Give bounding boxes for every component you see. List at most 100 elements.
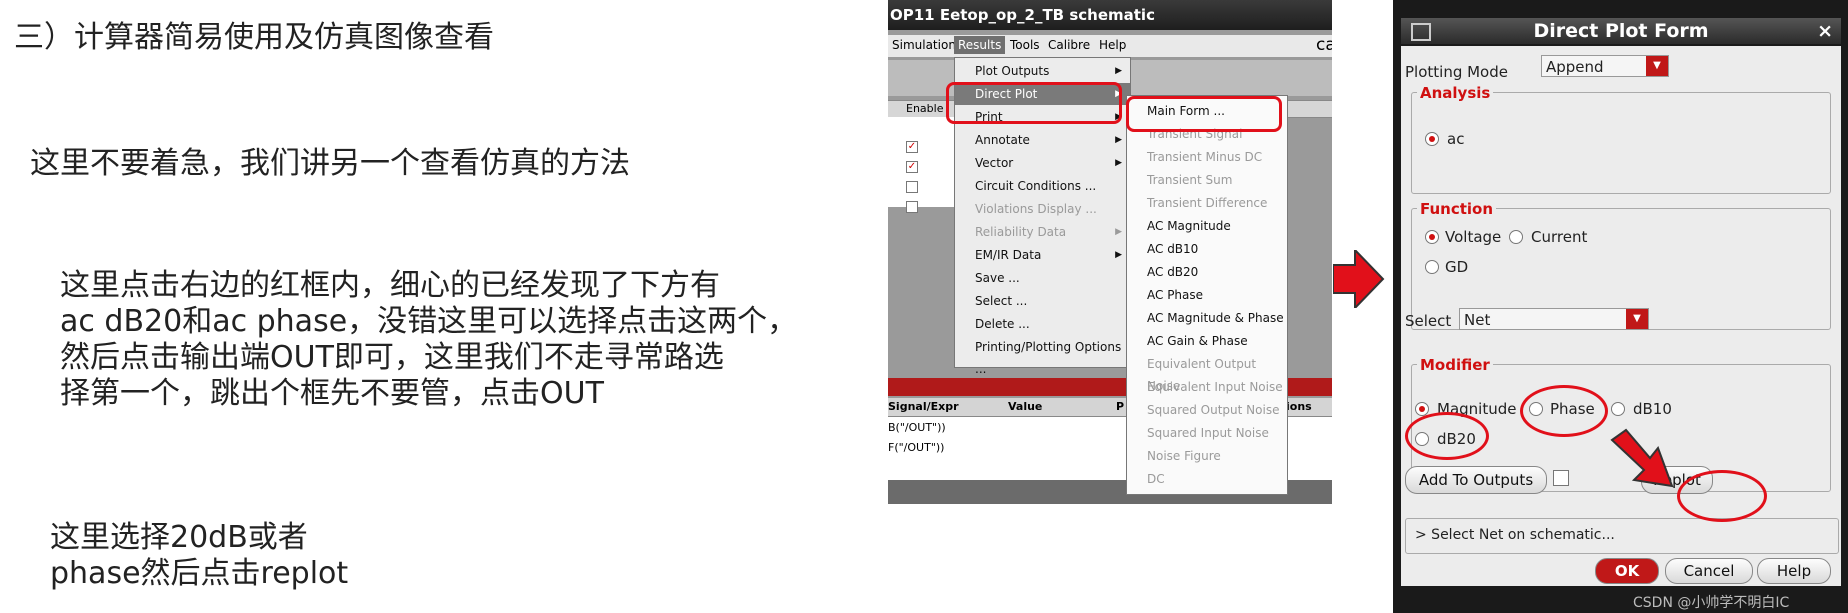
table-row[interactable]: B("/OUT")) xyxy=(888,421,946,434)
results-menu-item[interactable]: Select ... xyxy=(955,290,1130,312)
menu-simulation[interactable]: Simulation xyxy=(892,38,956,52)
direct-plot-menu-item[interactable]: AC Magnitude & Phase xyxy=(1127,307,1287,329)
radio-ac[interactable] xyxy=(1425,132,1439,146)
direct-plot-menu-item[interactable]: Transient Difference xyxy=(1127,192,1287,214)
checkbox[interactable] xyxy=(906,201,918,213)
direct-plot-menu-item[interactable]: Equivalent Output Noise xyxy=(1127,353,1287,393)
direct-plot-menu-item[interactable]: Transient Sum xyxy=(1127,169,1287,191)
highlight-direct-plot xyxy=(946,82,1122,124)
menu-item-label: Squared Output Noise xyxy=(1147,403,1280,417)
radio-current[interactable] xyxy=(1509,230,1523,244)
menu-tools[interactable]: Tools xyxy=(1010,38,1040,52)
results-menu-item[interactable]: Reliability Data ▶ xyxy=(955,221,1130,243)
highlight-replot xyxy=(1677,470,1767,522)
add-to-outputs-checkbox[interactable] xyxy=(1553,470,1569,486)
menu-item-label: Circuit Conditions ... xyxy=(975,179,1097,193)
checkbox[interactable]: ✓ xyxy=(906,141,918,153)
chevron-down-icon: ▼ xyxy=(1646,56,1668,76)
direct-plot-menu-item[interactable]: Squared Output Noise xyxy=(1127,399,1287,421)
direct-plot-menu-item[interactable]: AC dB10 xyxy=(1127,238,1287,260)
menu-item-label: Transient Minus DC xyxy=(1147,150,1263,164)
direct-plot-menu-item[interactable]: AC Gain & Phase xyxy=(1127,330,1287,352)
direct-plot-menu-item[interactable]: Equivalent Input Noise xyxy=(1127,376,1287,398)
modifier-label: Modifier xyxy=(1417,356,1493,374)
cancel-button[interactable]: Cancel xyxy=(1665,558,1753,584)
results-menu-item[interactable]: Vector ▶ xyxy=(955,152,1130,174)
table-row[interactable]: F("/OUT")) xyxy=(888,441,944,454)
menu-results[interactable]: Results xyxy=(954,36,1006,54)
menu-item-label: Reliability Data xyxy=(975,225,1067,239)
direct-plot-menu-item[interactable]: Squared Input Noise xyxy=(1127,422,1287,444)
para-2-line: 这里点击右边的红框内，细心的已经发现了下方有 xyxy=(60,268,720,303)
chevron-right-icon: ▶ xyxy=(1115,158,1122,168)
direct-plot-menu-item[interactable]: AC Magnitude xyxy=(1127,215,1287,237)
select-net-hint: > Select Net on schematic... xyxy=(1415,527,1615,543)
menu-item-label: Violations Display ... xyxy=(975,202,1097,216)
para-2-line: 然后点击输出端OUT即可，这里我们不走寻常路选 xyxy=(60,340,724,375)
para-2-line: ac dB20和ac phase，没错这里可以选择点击这两个， xyxy=(60,304,798,339)
para-3: 这里选择20dB或者 phase然后点击replot xyxy=(50,520,348,592)
highlight-db20 xyxy=(1405,412,1489,460)
menu-item-label: Annotate xyxy=(975,133,1030,147)
menu-item-label: Squared Input Noise xyxy=(1147,426,1269,440)
col-value: Value xyxy=(1008,400,1043,413)
results-menu-item[interactable]: Violations Display ... xyxy=(955,198,1130,220)
radio-gd[interactable] xyxy=(1425,260,1439,274)
results-menu-item[interactable]: Plot Outputs ▶ xyxy=(955,60,1130,82)
results-menu-item[interactable]: EM/IR Data ▶ xyxy=(955,244,1130,266)
dialog-title: Direct Plot Form xyxy=(1533,20,1709,42)
highlight-main-form xyxy=(1126,96,1282,132)
para-3-line: 这里选择20dB或者 xyxy=(50,520,308,555)
plotting-mode-value: Append xyxy=(1546,58,1604,76)
menu-item-label: Save ... xyxy=(975,271,1020,285)
direct-plot-menu-item[interactable]: DC xyxy=(1127,468,1287,490)
para-2-line: 择第一个，跳出个框先不要管，点击OUT xyxy=(60,376,604,411)
menubar: Simulation Results Tools Calibre Help ca xyxy=(888,35,1332,57)
select-dropdown[interactable]: Net ▼ xyxy=(1459,308,1649,330)
direct-plot-menu-item[interactable]: Transient Minus DC xyxy=(1127,146,1287,168)
menu-item-label: AC Magnitude xyxy=(1147,219,1231,233)
menu-item-label: AC Gain & Phase xyxy=(1147,334,1248,348)
checkbox[interactable]: ✓ xyxy=(906,161,918,173)
menu-item-label: Delete ... xyxy=(975,317,1030,331)
menu-item-label: Transient Difference xyxy=(1147,196,1268,210)
ok-button[interactable]: OK xyxy=(1595,558,1659,584)
para-2: 这里点击右边的红框内，细心的已经发现了下方有 ac dB20和ac phase，… xyxy=(60,268,797,412)
plotting-mode-select[interactable]: Append ▼ xyxy=(1541,55,1669,77)
chevron-right-icon: ▶ xyxy=(1115,227,1122,237)
results-menu-item[interactable]: Save ... xyxy=(955,267,1130,289)
menu-calibre[interactable]: Calibre xyxy=(1048,38,1090,52)
direct-plot-menu-item[interactable]: AC dB20 xyxy=(1127,261,1287,283)
results-menu-item[interactable]: Circuit Conditions ... xyxy=(955,175,1130,197)
select-label: Select xyxy=(1405,312,1452,330)
col-options: ions xyxy=(1286,400,1312,413)
plotting-mode-label: Plotting Mode xyxy=(1405,63,1508,81)
direct-plot-menu-item[interactable]: AC Phase xyxy=(1127,284,1287,306)
radio-gd-label: GD xyxy=(1445,258,1469,276)
menu-item-label: Equivalent Input Noise xyxy=(1147,380,1283,394)
window-title: OP11 Eetop_op_2_TB schematic xyxy=(888,0,1332,30)
add-to-outputs-button[interactable]: Add To Outputs xyxy=(1405,466,1547,494)
close-icon[interactable]: × xyxy=(1817,18,1833,44)
results-menu-item[interactable]: Delete ... xyxy=(955,313,1130,335)
results-menu-item[interactable]: Annotate ▶ xyxy=(955,129,1130,151)
arrow-down-right-icon xyxy=(1610,428,1674,488)
radio-db10[interactable] xyxy=(1611,402,1625,416)
results-menu-item[interactable]: Printing/Plotting Options ... xyxy=(955,336,1130,376)
help-button[interactable]: Help xyxy=(1757,558,1831,584)
direct-plot-form: Direct Plot Form × Plotting Mode Append … xyxy=(1393,0,1848,613)
radio-voltage-label: Voltage xyxy=(1445,228,1502,246)
direct-plot-menu-item[interactable]: Noise Figure xyxy=(1127,445,1287,467)
analysis-group xyxy=(1411,92,1831,194)
menu-item-label: AC Phase xyxy=(1147,288,1204,302)
menu-item-label: Transient Sum xyxy=(1147,173,1233,187)
menu-help[interactable]: Help xyxy=(1099,38,1126,52)
checkbox[interactable] xyxy=(906,181,918,193)
menu-item-label: AC dB20 xyxy=(1147,265,1199,279)
analysis-label: Analysis xyxy=(1417,84,1494,102)
radio-voltage[interactable] xyxy=(1425,230,1439,244)
direct-plot-submenu: Main Form ... Transient Signal Transient M… xyxy=(1126,95,1288,495)
dialog-titlebar: Direct Plot Form × xyxy=(1401,18,1841,44)
menu-item-label: DC xyxy=(1147,472,1165,486)
menu-item-label: Select ... xyxy=(975,294,1028,308)
